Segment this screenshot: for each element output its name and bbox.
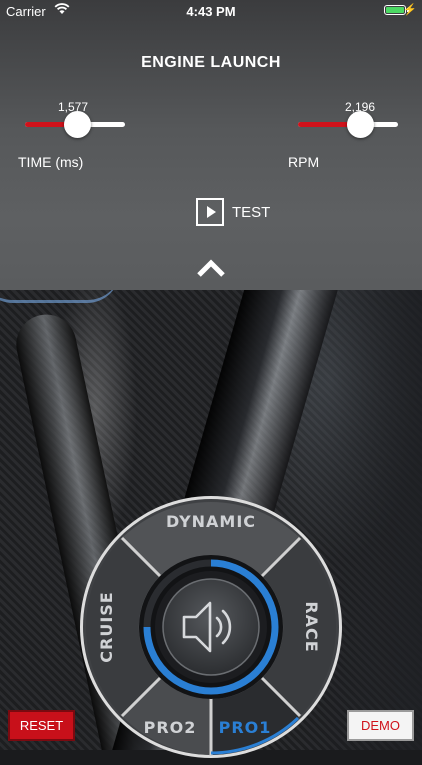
chevron-up-icon[interactable] xyxy=(196,258,226,278)
demo-button[interactable]: DEMO xyxy=(347,710,414,741)
mode-label-dynamic: DYNAMIC xyxy=(166,512,256,531)
status-bar: Carrier 4:43 PM ⚡ xyxy=(0,0,422,22)
battery-level xyxy=(386,7,404,13)
page-title: ENGINE LAUNCH xyxy=(141,54,281,71)
charging-bolt-icon: ⚡ xyxy=(403,4,417,16)
reset-button[interactable]: RESET xyxy=(8,710,75,741)
play-triangle xyxy=(207,206,216,218)
status-time: 4:43 PM xyxy=(186,4,236,19)
mode-label-race: RACE xyxy=(302,601,321,652)
settings-panel-background xyxy=(0,0,422,290)
test-button-label: TEST xyxy=(232,203,271,221)
mode-label-pro2: PRO2 xyxy=(144,718,197,737)
time-slider-label: TIME (ms) xyxy=(18,154,84,170)
mode-dial: DYNAMIC CRUISE RACE PRO2 PRO1 xyxy=(78,494,344,765)
mode-label-cruise: CRUISE xyxy=(97,591,116,662)
time-slider[interactable] xyxy=(25,109,125,139)
mode-label-pro1: PRO1 xyxy=(219,718,272,737)
play-icon xyxy=(196,198,224,226)
test-button[interactable]: TEST xyxy=(196,197,270,227)
rpm-slider-label: RPM xyxy=(288,154,320,170)
time-slider-knob[interactable] xyxy=(63,111,91,138)
rpm-slider[interactable] xyxy=(298,109,398,139)
background-light-arc xyxy=(0,290,120,303)
rpm-slider-knob[interactable] xyxy=(346,111,374,138)
